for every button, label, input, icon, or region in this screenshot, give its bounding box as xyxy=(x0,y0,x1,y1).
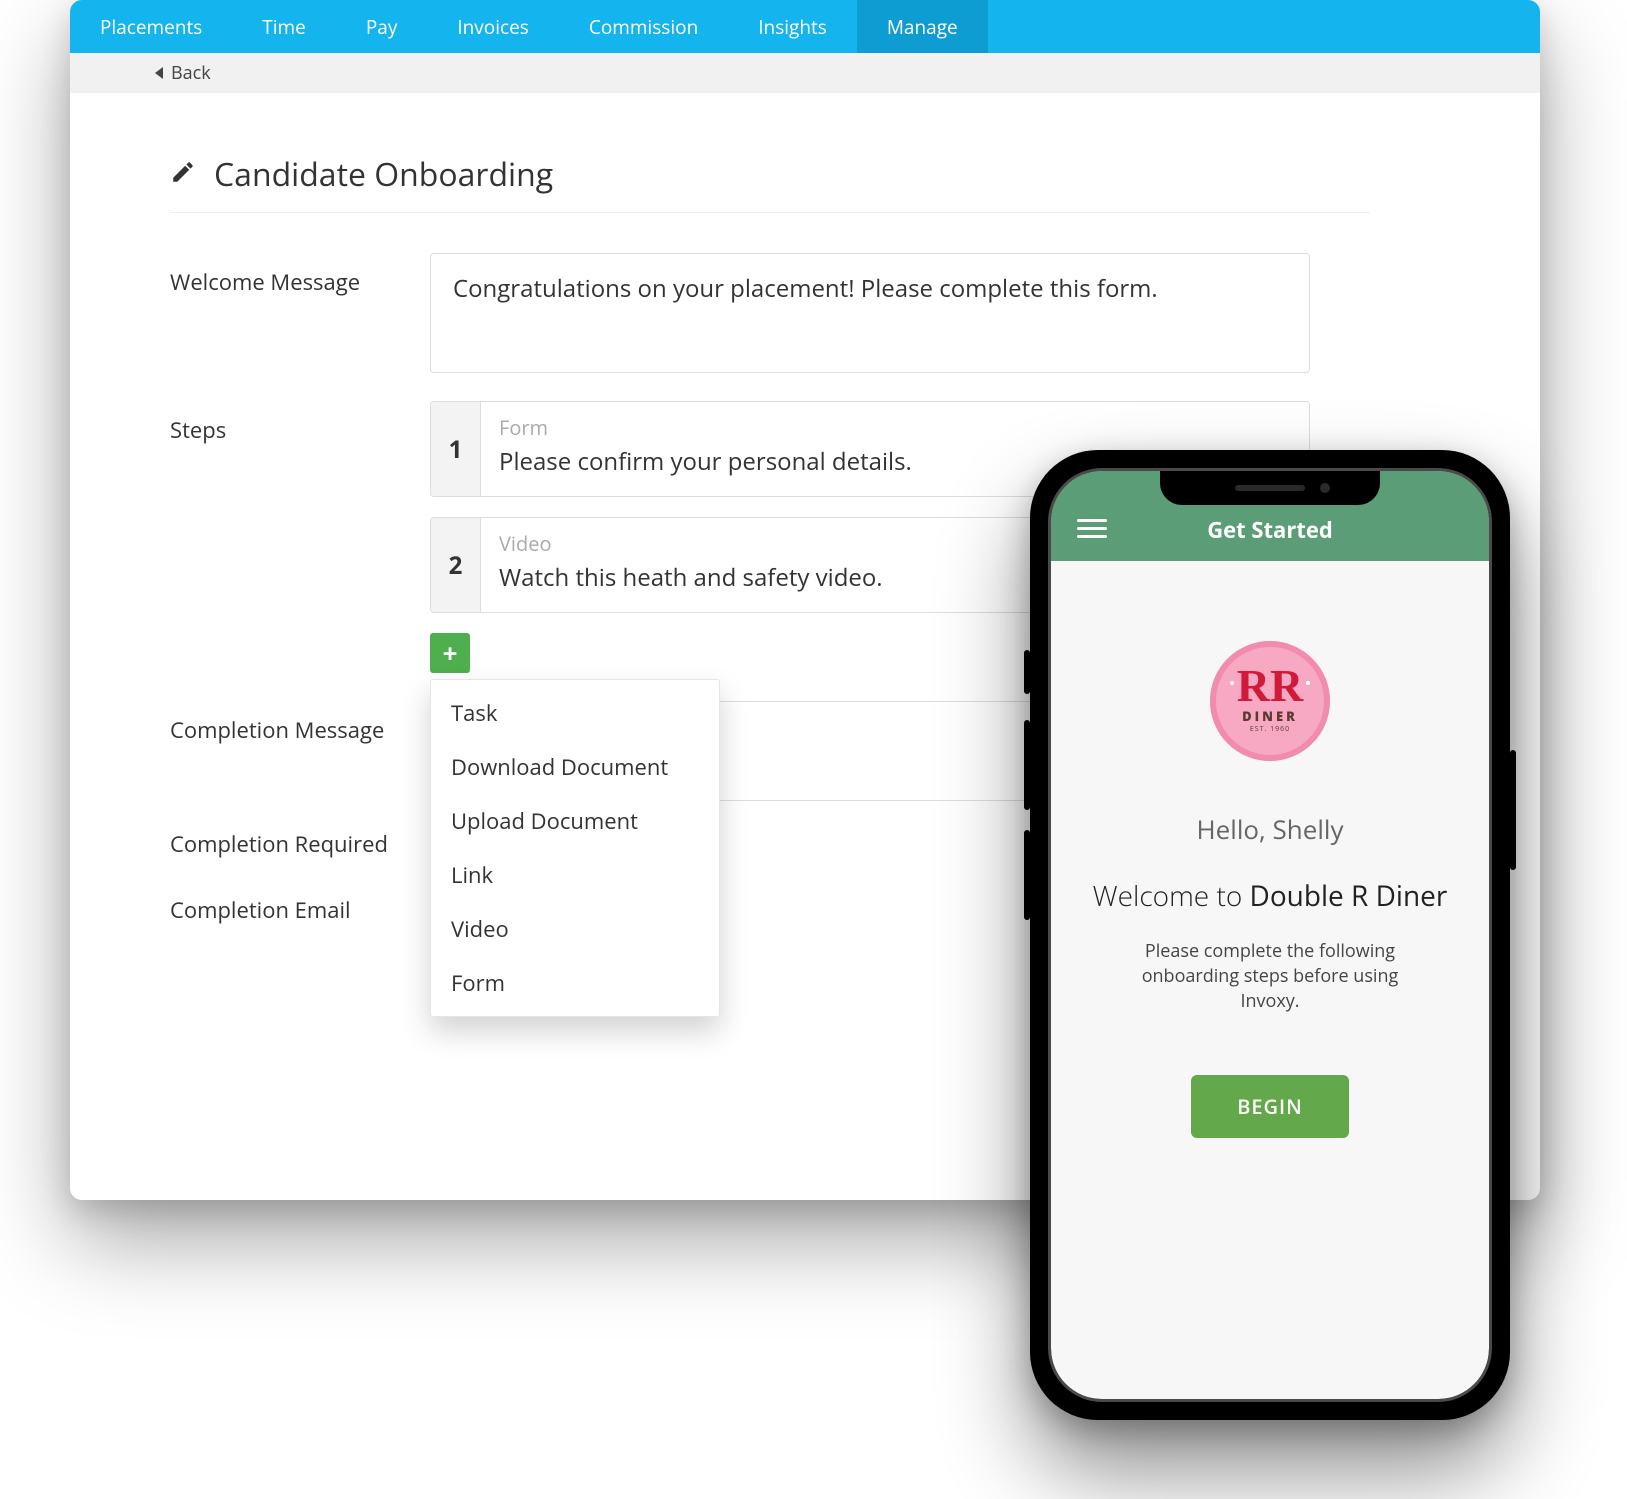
nav-invoices[interactable]: Invoices xyxy=(427,0,559,53)
step-2-number: 2 xyxy=(431,518,481,612)
add-step-dropdown: Task Download Document Upload Document L… xyxy=(430,679,720,1017)
phone-side-button xyxy=(1510,750,1516,870)
phone-side-button xyxy=(1024,830,1030,920)
phone-mockup: Get Started RR DINER EST. 1960 Hello, Sh… xyxy=(1030,450,1510,1420)
step-1-type: Form xyxy=(499,414,912,441)
logo-diner-text: DINER xyxy=(1242,707,1298,725)
greeting-text: Hello, Shelly xyxy=(1081,811,1459,847)
welcome-message-input[interactable]: Congratulations on your placement! Pleas… xyxy=(430,253,1310,373)
step-1-number: 1 xyxy=(431,402,481,496)
nav-placements[interactable]: Placements xyxy=(70,0,232,53)
add-step-button[interactable]: + xyxy=(430,633,470,673)
welcome-company: Double R Diner xyxy=(1250,877,1448,915)
welcome-message-row: Welcome Message Congratulations on your … xyxy=(170,253,1495,373)
page-title-row: Candidate Onboarding xyxy=(170,153,1370,213)
nav-manage[interactable]: Manage xyxy=(857,0,988,53)
back-label: Back xyxy=(171,61,211,85)
pencil-icon[interactable] xyxy=(170,159,196,190)
begin-button[interactable]: BEGIN xyxy=(1191,1075,1349,1138)
instruction-text: Please complete the following onboarding… xyxy=(1110,939,1430,1015)
dropdown-item-task[interactable]: Task xyxy=(431,686,719,740)
dropdown-item-video[interactable]: Video xyxy=(431,902,719,956)
completion-message-label: Completion Message xyxy=(170,701,430,801)
nav-commission[interactable]: Commission xyxy=(559,0,728,53)
phone-side-button xyxy=(1024,720,1030,810)
step-1-text: Please confirm your personal details. xyxy=(499,445,912,478)
dropdown-item-download[interactable]: Download Document xyxy=(431,740,719,794)
logo-est-text: EST. 1960 xyxy=(1250,725,1290,734)
dropdown-item-link[interactable]: Link xyxy=(431,848,719,902)
company-logo: RR DINER EST. 1960 xyxy=(1210,641,1330,761)
dropdown-item-form[interactable]: Form xyxy=(431,956,719,1010)
back-caret-icon xyxy=(155,67,163,79)
nav-pay[interactable]: Pay xyxy=(336,0,428,53)
mobile-app-body: RR DINER EST. 1960 Hello, Shelly Welcome… xyxy=(1051,561,1489,1138)
page-title: Candidate Onboarding xyxy=(214,153,553,196)
step-2-text: Watch this heath and safety video. xyxy=(499,561,883,594)
phone-notch xyxy=(1160,471,1380,505)
steps-label: Steps xyxy=(170,401,430,673)
logo-rr-text: RR xyxy=(1237,668,1303,705)
phone-screen: Get Started RR DINER EST. 1960 Hello, Sh… xyxy=(1051,471,1489,1399)
nav-insights[interactable]: Insights xyxy=(728,0,857,53)
welcome-message-label: Welcome Message xyxy=(170,253,430,373)
mobile-app-title: Get Started xyxy=(1051,515,1489,545)
breadcrumb-bar: Back xyxy=(70,53,1540,93)
completion-email-label: Completion Email xyxy=(170,895,470,925)
step-2-type: Video xyxy=(499,530,883,557)
nav-time[interactable]: Time xyxy=(232,0,336,53)
back-button[interactable]: Back xyxy=(155,61,211,85)
welcome-heading: Welcome to Double R Diner xyxy=(1081,877,1459,915)
welcome-prefix: Welcome to xyxy=(1093,877,1250,915)
dropdown-item-upload[interactable]: Upload Document xyxy=(431,794,719,848)
top-nav: Placements Time Pay Invoices Commission … xyxy=(70,0,1540,53)
phone-side-button xyxy=(1024,650,1030,694)
completion-required-label: Completion Required xyxy=(170,829,470,859)
